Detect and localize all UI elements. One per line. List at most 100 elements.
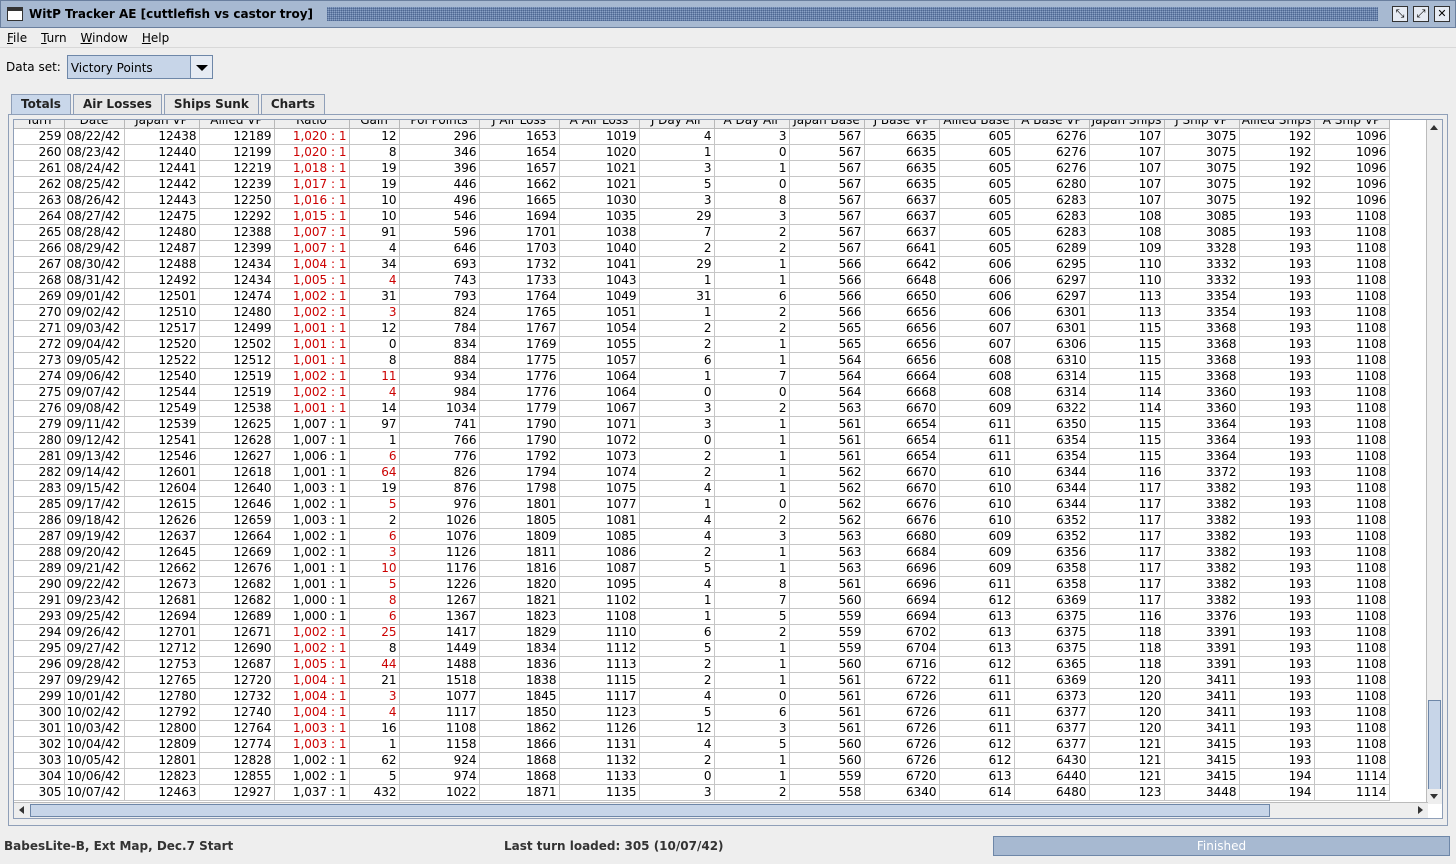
scroll-right-icon[interactable] (1413, 803, 1428, 818)
column-header[interactable]: Japan VP (124, 120, 200, 129)
column-header[interactable]: Date (64, 120, 125, 129)
table-cell: 607 (939, 336, 1015, 353)
tab-totals[interactable]: Totals (11, 94, 71, 115)
table-cell: 1108 (1314, 288, 1390, 305)
chevron-down-icon[interactable] (189, 56, 212, 78)
table-row[interactable]: 283 09/15/42 12604 12640 1,003 : 1 19 876 1798 1… (14, 480, 1390, 497)
table-row[interactable]: 271 09/03/42 12517 12499 1,001 : 1 12 784 1767 1… (14, 320, 1390, 337)
table-row[interactable]: 260 08/23/42 12440 12199 1,020 : 1 8 346 1654 10… (14, 144, 1390, 161)
table-row[interactable]: 297 09/29/42 12765 12720 1,004 : 1 21 1518 1838… (14, 672, 1390, 689)
scroll-left-icon[interactable] (14, 803, 29, 818)
table-row[interactable]: 259 08/22/42 12438 12189 1,020 : 1 12 296 1653 1… (14, 128, 1390, 145)
table-cell: 1030 (559, 192, 640, 209)
table-cell: 560 (789, 736, 865, 753)
tab-charts[interactable]: Charts (260, 94, 326, 115)
table-cell: 12828 (199, 752, 275, 769)
close-icon[interactable]: ✕ (1434, 6, 1450, 22)
table-row[interactable]: 300 10/02/42 12792 12740 1,004 : 1 4 1117 1850 1… (14, 704, 1390, 721)
table-cell: 3075 (1164, 144, 1240, 161)
table-row[interactable]: 303 10/05/42 12801 12828 1,002 : 1 62 924 1868 1… (14, 752, 1390, 769)
table-row[interactable]: 276 09/08/42 12549 12538 1,001 : 1 14 1034 1779… (14, 400, 1390, 417)
table-row[interactable]: 296 09/28/42 12753 12687 1,005 : 1 44 1488 1836… (14, 656, 1390, 673)
table-cell: 08/28/42 (64, 224, 125, 241)
maximize-icon[interactable]: ⤢ (1413, 6, 1429, 22)
table-cell: 1108 (1314, 704, 1390, 721)
table-cell: 0 (714, 384, 790, 401)
table-row[interactable]: 269 09/01/42 12501 12474 1,002 : 1 31 793 1764 1… (14, 288, 1390, 305)
column-header[interactable]: Japan Base (789, 120, 865, 129)
table-cell: 1131 (559, 736, 640, 753)
horizontal-scrollbar[interactable] (14, 802, 1428, 818)
table-cell: 09/07/42 (64, 384, 125, 401)
table-row[interactable]: 280 09/12/42 12541 12628 1,007 : 1 1 766 1790 10… (14, 432, 1390, 449)
table-row[interactable]: 263 08/26/42 12443 12250 1,016 : 1 10 496 1665 1… (14, 192, 1390, 209)
scroll-down-icon[interactable] (1427, 789, 1442, 804)
table-row[interactable]: 273 09/05/42 12522 12512 1,001 : 1 8 884 1775 10… (14, 352, 1390, 369)
table-row[interactable]: 274 09/06/42 12540 12519 1,002 : 1 11 934 1776 1… (14, 368, 1390, 385)
column-header[interactable]: J Air Loss (479, 120, 560, 129)
tab-ships-sunk[interactable]: Ships Sunk (163, 94, 259, 115)
table-row[interactable]: 294 09/26/42 12701 12671 1,002 : 1 25 1417 1829… (14, 624, 1390, 641)
table-row[interactable]: 299 10/01/42 12780 12732 1,004 : 1 3 1077 1845 1… (14, 688, 1390, 705)
column-header[interactable]: J Ship VP (1164, 120, 1240, 129)
column-header[interactable]: Ratio (274, 120, 350, 129)
column-header[interactable]: Pol Points (399, 120, 480, 129)
table-cell: 10/05/42 (64, 752, 125, 769)
table-row[interactable]: 301 10/03/42 12800 12764 1,003 : 1 16 1108 1862… (14, 720, 1390, 737)
table-cell: 09/04/42 (64, 336, 125, 353)
menu-turn[interactable]: Turn (34, 31, 73, 45)
table-row[interactable]: 268 08/31/42 12492 12434 1,005 : 1 4 743 1733 10… (14, 272, 1390, 289)
table-row[interactable]: 286 09/18/42 12626 12659 1,003 : 1 2 1026 1805 1… (14, 512, 1390, 529)
table-row[interactable]: 282 09/14/42 12601 12618 1,001 : 1 64 826 1794 1… (14, 464, 1390, 481)
table-row[interactable]: 261 08/24/42 12441 12219 1,018 : 1 19 396 1657 1… (14, 160, 1390, 177)
menu-file[interactable]: File (0, 31, 34, 45)
column-header[interactable]: A Day Air (714, 120, 790, 129)
table-row[interactable]: 279 09/11/42 12539 12625 1,007 : 1 97 741 1790 1… (14, 416, 1390, 433)
table-row[interactable]: 289 09/21/42 12662 12676 1,001 : 1 10 1176 1816… (14, 560, 1390, 577)
column-header[interactable]: J Day Air (639, 120, 715, 129)
table-cell: 611 (939, 432, 1015, 449)
table-row[interactable]: 291 09/23/42 12681 12682 1,000 : 1 8 1267 1821 1… (14, 592, 1390, 609)
column-header[interactable]: A Base VP (1014, 120, 1090, 129)
table-cell: 1792 (479, 448, 560, 465)
dataset-select[interactable]: Victory Points (66, 55, 213, 79)
table-row[interactable]: 295 09/27/42 12712 12690 1,002 : 1 8 1449 1834 1… (14, 640, 1390, 657)
table-row[interactable]: 275 09/07/42 12544 12519 1,002 : 1 4 984 1776 10… (14, 384, 1390, 401)
column-header[interactable]: Allied Base (939, 120, 1015, 129)
table-row[interactable]: 288 09/20/42 12645 12669 1,002 : 1 3 1126 1811 1… (14, 544, 1390, 561)
column-header[interactable]: Allied VP (199, 120, 275, 129)
vertical-scroll-thumb[interactable] (1428, 700, 1441, 790)
table-cell: 192 (1239, 144, 1315, 161)
scroll-up-icon[interactable] (1427, 120, 1442, 135)
column-header[interactable]: Japan Ships (1089, 120, 1165, 129)
tab-air-losses[interactable]: Air Losses (72, 94, 162, 115)
table-row[interactable]: 265 08/28/42 12480 12388 1,007 : 1 91 596 1701 1… (14, 224, 1390, 241)
vertical-scrollbar[interactable] (1426, 120, 1442, 804)
table-row[interactable]: 281 09/13/42 12546 12627 1,006 : 1 6 776 1792 10… (14, 448, 1390, 465)
menu-help[interactable]: Help (135, 31, 176, 45)
column-header[interactable]: J Base VP (864, 120, 940, 129)
table-row[interactable]: 287 09/19/42 12637 12664 1,002 : 1 6 1076 1809 1… (14, 528, 1390, 545)
table-row[interactable]: 262 08/25/42 12442 12239 1,017 : 1 19 446 1662 1… (14, 176, 1390, 193)
table-cell: 6722 (864, 672, 940, 689)
horizontal-scroll-thumb[interactable] (30, 804, 1270, 817)
table-cell: 613 (939, 640, 1015, 657)
column-header[interactable]: Gain (349, 120, 400, 129)
column-header[interactable]: Allied Ships (1239, 120, 1315, 129)
table-row[interactable]: 293 09/25/42 12694 12689 1,000 : 1 6 1367 1823 1… (14, 608, 1390, 625)
table-row[interactable]: 266 08/29/42 12487 12399 1,007 : 1 4 646 1703 10… (14, 240, 1390, 257)
table-row[interactable]: 285 09/17/42 12615 12646 1,002 : 1 5 976 1801 10… (14, 496, 1390, 513)
table-row[interactable]: 264 08/27/42 12475 12292 1,015 : 1 10 546 1694 1… (14, 208, 1390, 225)
minimize-icon[interactable]: ⤡ (1392, 6, 1408, 22)
column-header[interactable]: A Air Loss (559, 120, 640, 129)
table-row[interactable]: 305 10/07/42 12463 12927 1,037 : 1 432 1022 187… (14, 784, 1390, 801)
table-row[interactable]: 304 10/06/42 12823 12855 1,002 : 1 5 974 1868 11… (14, 768, 1390, 785)
table-row[interactable]: 272 09/04/42 12520 12502 1,001 : 1 0 834 1769 10… (14, 336, 1390, 353)
table-row[interactable]: 270 09/02/42 12510 12480 1,002 : 1 3 824 1765 10… (14, 304, 1390, 321)
table-row[interactable]: 290 09/22/42 12673 12682 1,001 : 1 5 1226 1820 1… (14, 576, 1390, 593)
menu-window[interactable]: Window (74, 31, 135, 45)
column-header[interactable]: A Ship VP (1314, 120, 1390, 129)
table-row[interactable]: 302 10/04/42 12809 12774 1,003 : 1 1 1158 1866 1… (14, 736, 1390, 753)
table-row[interactable]: 267 08/30/42 12488 12434 1,004 : 1 34 693 1732 1… (14, 256, 1390, 273)
column-header[interactable]: Turn (14, 120, 65, 129)
